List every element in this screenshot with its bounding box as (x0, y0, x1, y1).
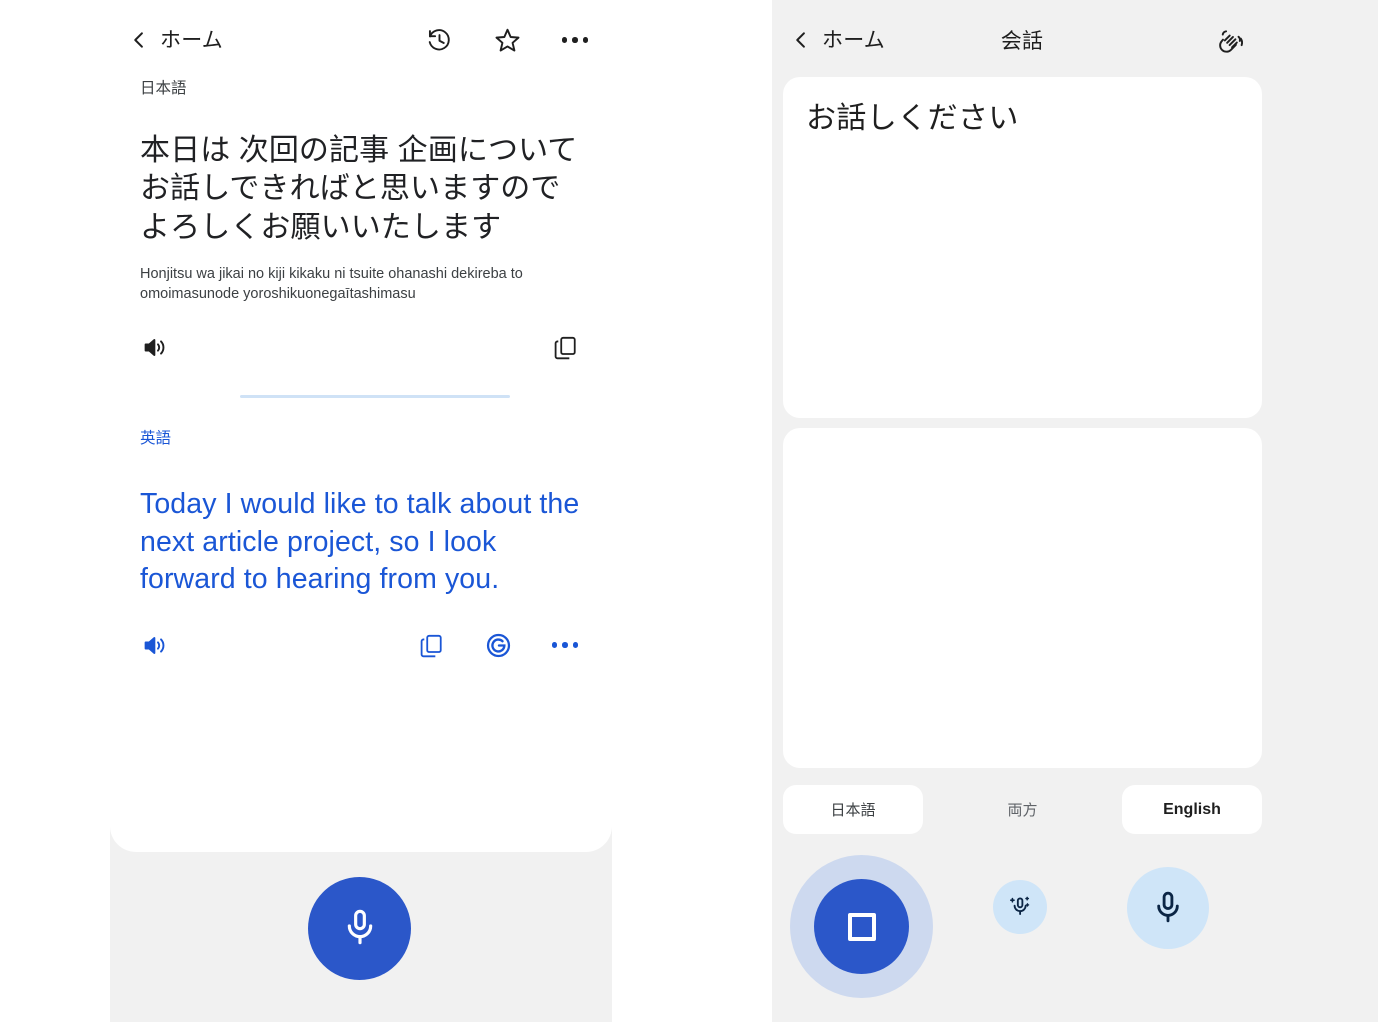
mic-auto-detect-icon (1007, 893, 1033, 922)
target-action-row (140, 630, 580, 660)
more-dots (551, 642, 579, 648)
source-language-label[interactable]: 日本語 (140, 81, 610, 97)
target-action-group (416, 630, 580, 660)
microphone-icon (340, 907, 380, 950)
speaker-volume-icon[interactable] (140, 333, 170, 363)
target-language-label[interactable]: 英語 (140, 431, 610, 447)
manual-mic-button[interactable] (1127, 867, 1209, 949)
source-action-row (140, 333, 580, 363)
microphone-icon (1150, 889, 1186, 928)
chevron-left-icon (129, 30, 149, 50)
section-divider (140, 394, 610, 398)
google-g-icon[interactable] (483, 630, 513, 660)
more-horizontal-icon[interactable] (560, 25, 590, 55)
back-to-home-button[interactable]: ホーム (129, 30, 223, 51)
auto-detect-mic-button[interactable] (993, 880, 1047, 934)
more-dots (561, 37, 589, 43)
translation-body: 日本語 本日は 次回の記事 企画についてお話しできればと思いますのでよろしくお願… (140, 78, 610, 660)
back-to-home-button[interactable]: ホーム (791, 30, 885, 51)
translated-text[interactable]: Today I would like to talk about the nex… (140, 486, 580, 598)
prompt-text: お話しください (806, 102, 1019, 135)
language-option-japanese[interactable]: 日本語 (783, 785, 923, 834)
chevron-left-icon (791, 30, 811, 50)
language-switcher: 日本語 両方 English (783, 785, 1262, 834)
left-app-bar-actions (424, 0, 590, 80)
translation-result-panel: ホーム 日本語 本日は 次回の記事 企画についてお話しできればと思いますのでよろ… (110, 0, 612, 1022)
copy-icon[interactable] (416, 630, 446, 660)
back-button-label: ホーム (160, 28, 223, 52)
back-button-label: ホーム (822, 28, 885, 52)
speaker-volume-icon[interactable] (140, 630, 170, 660)
divider-line (240, 394, 510, 398)
language-option-english[interactable]: English (1122, 785, 1262, 834)
conversation-controls (772, 855, 1272, 998)
left-top-app-bar: ホーム (110, 0, 612, 80)
stop-listening-button[interactable] (790, 855, 933, 998)
stop-square-icon (847, 912, 876, 941)
source-text[interactable]: 本日は 次回の記事 企画についてお話しできればと思いますのでよろしくお願いいたし… (140, 132, 580, 248)
waving-hand-icon[interactable] (1209, 20, 1251, 62)
right-top-app-bar: ホーム (772, 0, 1272, 80)
stop-button-core (814, 879, 909, 974)
copy-icon[interactable] (550, 333, 580, 363)
language-option-both[interactable]: 両方 (963, 785, 1083, 834)
more-horizontal-icon[interactable] (550, 630, 580, 660)
conversation-prompt-card[interactable]: お話しください (783, 77, 1262, 418)
voice-input-mic-button[interactable] (308, 877, 411, 980)
history-clock-icon[interactable] (424, 25, 454, 55)
screenshot-stage: ホーム 日本語 本日は 次回の記事 企画についてお話しできればと思いますのでよろ… (0, 0, 1378, 1022)
conversation-panel: ホーム 会話 お話しください 日本語 両方 English (772, 0, 1378, 1022)
conversation-response-card[interactable] (783, 428, 1262, 768)
source-romanization: Honjitsu wa jikai no kiji kikaku ni tsui… (140, 265, 523, 303)
translation-card: ホーム 日本語 本日は 次回の記事 企画についてお話しできればと思いますのでよろ… (110, 0, 612, 852)
star-outline-icon[interactable] (492, 25, 522, 55)
